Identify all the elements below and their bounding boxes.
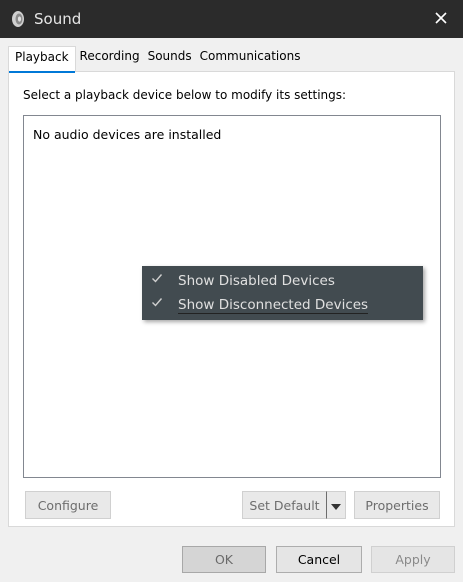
- sound-dialog: Playback Recording Sounds Communications…: [0, 38, 463, 582]
- tab-sounds[interactable]: Sounds: [144, 46, 196, 71]
- playback-panel: Select a playback device below to modify…: [8, 71, 455, 527]
- menu-item-label: Show Disabled Devices: [178, 273, 335, 289]
- tab-strip: Playback Recording Sounds Communications: [8, 46, 305, 73]
- properties-button[interactable]: Properties: [354, 491, 440, 519]
- close-icon: [435, 11, 447, 27]
- set-default-button[interactable]: Set Default: [242, 491, 326, 519]
- menu-item-show-disconnected[interactable]: Show Disconnected Devices: [142, 293, 423, 317]
- menu-item-label: Show Disconnected Devices: [178, 297, 369, 314]
- empty-device-message: No audio devices are installed: [33, 127, 222, 142]
- close-button[interactable]: [419, 0, 463, 38]
- tab-recording[interactable]: Recording: [76, 46, 144, 71]
- device-list[interactable]: No audio devices are installed Show Disa…: [23, 115, 441, 478]
- ok-button[interactable]: OK: [182, 546, 266, 573]
- window-title: Sound: [34, 10, 82, 28]
- configure-button[interactable]: Configure: [25, 491, 111, 519]
- set-default-dropdown-button[interactable]: [326, 491, 346, 519]
- check-icon: [151, 272, 163, 284]
- instruction-text: Select a playback device below to modify…: [23, 88, 347, 102]
- context-menu: Show Disabled Devices Show Disconnected …: [142, 266, 423, 320]
- apply-button[interactable]: Apply: [371, 546, 455, 573]
- tab-playback[interactable]: Playback: [8, 46, 76, 73]
- check-icon: [151, 296, 163, 308]
- dropdown-arrow-icon: [331, 498, 341, 513]
- tab-communications[interactable]: Communications: [196, 46, 305, 71]
- cancel-button[interactable]: Cancel: [276, 546, 362, 573]
- title-bar: Sound: [0, 0, 463, 38]
- speaker-icon: [10, 10, 26, 28]
- menu-item-show-disabled[interactable]: Show Disabled Devices: [142, 269, 423, 293]
